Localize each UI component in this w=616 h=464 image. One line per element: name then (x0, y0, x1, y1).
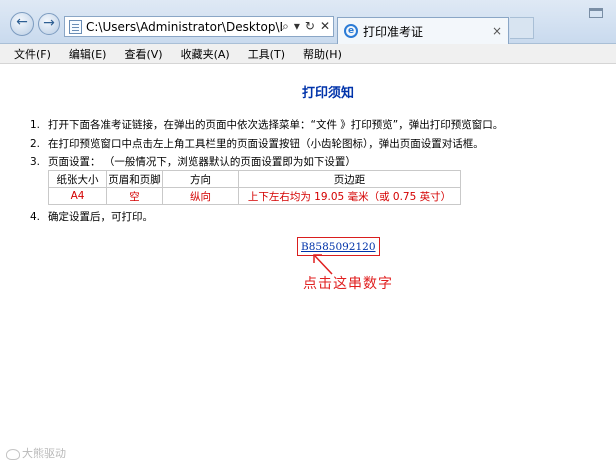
address-bar[interactable]: C:\Users\Administrator\Desktop\B858 ⌕ ▾ … (64, 16, 334, 37)
step-number: 1. (30, 119, 41, 131)
stop-icon[interactable]: ✕ (320, 19, 330, 34)
step-1: 1. 打开下面各准考证链接，在弹出的页面中依次选择菜单：“文件 》打印预览”，弹出… (30, 117, 503, 132)
step-number: 2. (30, 138, 41, 150)
page-title: 打印须知 (301, 86, 354, 101)
step-text: 页面设置： （一般情况下，浏览器默认的页面设置即为如下设置） (48, 156, 356, 168)
menu-file[interactable]: 文件(F) (14, 46, 51, 62)
step-2: 2. 在打印预览窗口中点击左上角工具栏里的页面设置按钮（小齿轮图标），弹出页面设置… (30, 136, 484, 151)
menu-favorites[interactable]: 收藏夹(A) (181, 46, 230, 62)
step-text: 打开下面各准考证链接，在弹出的页面中依次选择菜单：“文件 》打印预览”，弹出打印… (48, 119, 504, 131)
search-icon[interactable]: ⌕ (282, 19, 289, 34)
table-cell: A4 (48, 187, 107, 205)
table-cell: 纵向 (162, 187, 239, 205)
table-header-row: 纸张大小 页眉和页脚 方向 页边距 (48, 170, 461, 188)
address-tools: ⌕ ▾ ↻ ✕ (282, 19, 333, 34)
table-header: 页边距 (238, 170, 461, 188)
table-header: 纸张大小 (48, 170, 107, 188)
dropdown-icon[interactable]: ▾ (294, 19, 300, 34)
tab-close-icon[interactable]: × (492, 24, 502, 38)
step-4: 4. 确定设置后，可打印。 (30, 209, 153, 224)
address-text[interactable]: C:\Users\Administrator\Desktop\B858 (86, 20, 282, 34)
forward-button[interactable]: → (38, 13, 60, 35)
back-arrow-icon: ← (16, 14, 28, 30)
menu-edit[interactable]: 编辑(E) (69, 46, 107, 62)
ie-icon: e (344, 24, 358, 38)
step-number: 4. (30, 211, 41, 223)
browser-titlebar: ← → C:\Users\Administrator\Desktop\B858 … (0, 0, 616, 44)
table-row: A4 空 纵向 上下左右均为 19.05 毫米（或 0.75 英寸） (48, 187, 461, 205)
watermark: 大熊驱动 (6, 445, 66, 461)
watermark-logo-icon (6, 448, 20, 460)
page-icon (69, 19, 82, 34)
new-tab-button[interactable] (510, 17, 534, 39)
menu-tools[interactable]: 工具(T) (248, 46, 285, 62)
window-icon[interactable] (589, 8, 603, 18)
table-header: 页眉和页脚 (106, 170, 163, 188)
tab-active[interactable]: e 打印准考证 × (337, 17, 509, 44)
menu-view[interactable]: 查看(V) (124, 46, 162, 62)
step-text: 在打印预览窗口中点击左上角工具栏里的页面设置按钮（小齿轮图标），弹出页面设置对话… (48, 138, 484, 150)
step-number: 3. (30, 156, 41, 168)
step-text: 确定设置后，可打印。 (48, 211, 153, 223)
back-button[interactable]: ← (10, 12, 34, 36)
watermark-text: 大熊驱动 (22, 447, 66, 460)
page-settings-table: 纸张大小 页眉和页脚 方向 页边距 A4 空 纵向 上下左右均为 19.05 毫… (48, 170, 461, 205)
table-cell: 上下左右均为 19.05 毫米（或 0.75 英寸） (238, 187, 461, 205)
menu-help[interactable]: 帮助(H) (303, 46, 342, 62)
refresh-icon[interactable]: ↻ (305, 19, 315, 34)
step-3: 3. 页面设置： （一般情况下，浏览器默认的页面设置即为如下设置） (30, 154, 356, 169)
forward-arrow-icon: → (43, 15, 55, 31)
table-header: 方向 (162, 170, 239, 188)
click-hint: 点击这串数字 (303, 276, 393, 292)
table-cell: 空 (106, 187, 163, 205)
tab-title: 打印准考证 (363, 24, 424, 39)
menu-bar: 文件(F) 编辑(E) 查看(V) 收藏夹(A) 工具(T) 帮助(H) (0, 44, 616, 64)
page-content: 打印须知 1. 打开下面各准考证链接，在弹出的页面中依次选择菜单：“文件 》打印预… (0, 65, 616, 464)
